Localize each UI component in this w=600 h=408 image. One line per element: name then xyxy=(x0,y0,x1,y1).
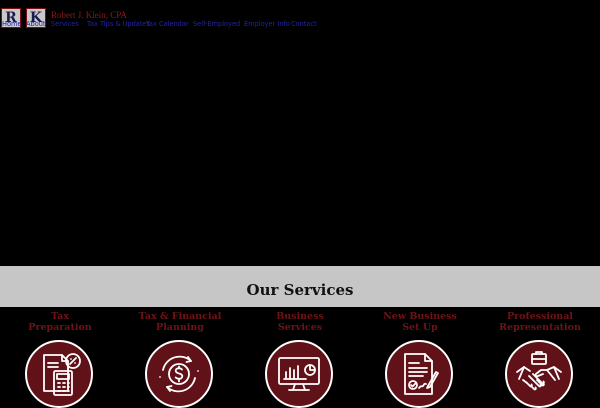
site-header: R K Robert J. Klein, CPA Home About Serv… xyxy=(0,0,600,40)
nav-tax-tips[interactable]: Tax Tips & Updates xyxy=(87,19,150,29)
tax-calculator-icon[interactable] xyxy=(25,340,93,408)
money-cycle-icon[interactable] xyxy=(145,340,213,408)
services-heading-band: Our Services xyxy=(0,266,600,307)
main-nav: Home About Services Tax Tips & Updates T… xyxy=(0,19,600,29)
handshake-icon[interactable] xyxy=(505,340,573,408)
nav-employer-info[interactable]: Employer Info xyxy=(244,19,290,29)
nav-contact[interactable]: Contact xyxy=(291,19,317,29)
service-title[interactable]: Business Services xyxy=(241,311,359,333)
service-title[interactable]: Professional Representation xyxy=(481,311,599,333)
contract-signing-icon[interactable] xyxy=(385,340,453,408)
service-business-services[interactable]: Business Services xyxy=(241,311,359,408)
service-tax-financial-planning[interactable]: Tax & Financial Planning xyxy=(121,311,239,408)
service-title[interactable]: Tax & Financial Planning xyxy=(121,311,239,333)
nav-services[interactable]: Services xyxy=(51,19,79,29)
nav-self-employed[interactable]: Self-Employed xyxy=(193,19,240,29)
nav-about[interactable]: About xyxy=(26,19,46,29)
services-heading: Our Services xyxy=(246,281,354,299)
service-professional-representation[interactable]: Professional Representation xyxy=(481,311,599,408)
service-title[interactable]: Tax Preparation xyxy=(1,311,119,333)
nav-home[interactable]: Home xyxy=(2,19,21,29)
service-tax-preparation[interactable]: Tax Preparation xyxy=(1,311,119,408)
monitor-chart-icon[interactable] xyxy=(265,340,333,408)
service-title[interactable]: New Business Set Up xyxy=(361,311,479,333)
service-new-business-set-up[interactable]: New Business Set Up xyxy=(361,311,479,408)
nav-tax-calendar[interactable]: Tax Calendar xyxy=(146,19,189,29)
